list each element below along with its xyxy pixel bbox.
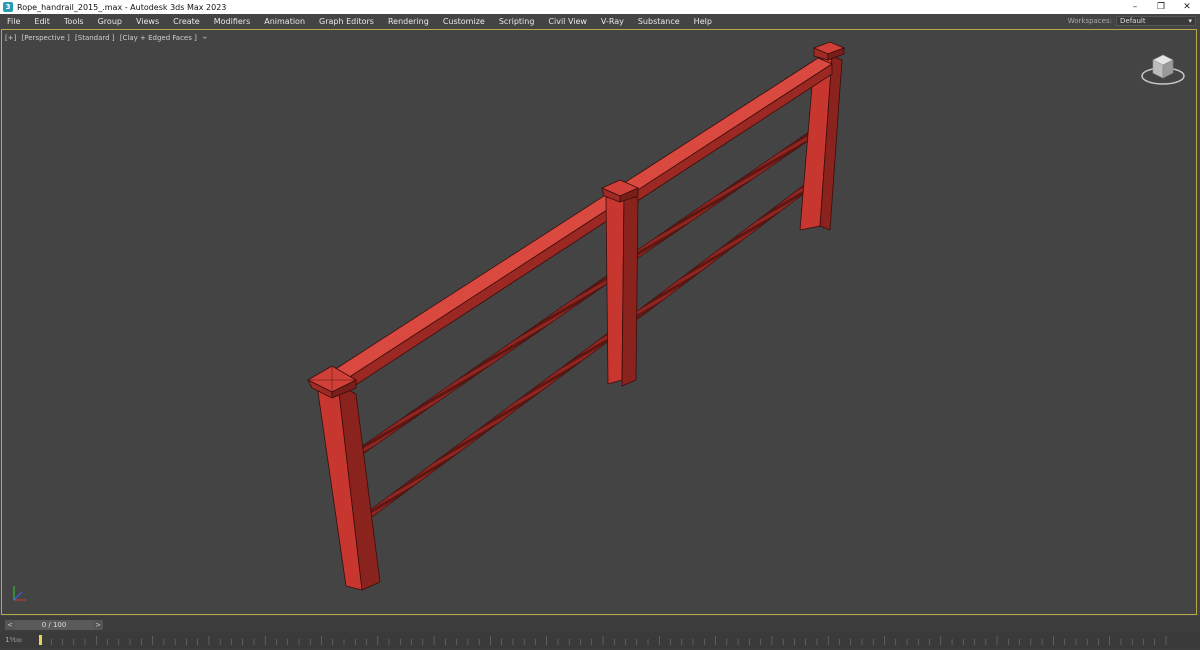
rope-lower-right[interactable] bbox=[635, 181, 811, 320]
menu-group[interactable]: Group bbox=[91, 17, 129, 26]
post-left[interactable] bbox=[307, 365, 381, 591]
workspaces-label: Workspaces: bbox=[1067, 17, 1112, 25]
menu-substance[interactable]: Substance bbox=[631, 17, 687, 26]
menu-graph-editors[interactable]: Graph Editors bbox=[312, 17, 381, 26]
chevron-down-icon: ▾ bbox=[1188, 17, 1192, 25]
maximize-button[interactable]: ❐ bbox=[1148, 0, 1174, 14]
frame-counter: 1⁰⁄₁₀₀ bbox=[5, 636, 22, 644]
timeline-panel: < 0 / 100 > 1⁰⁄₁₀₀ bbox=[0, 616, 1200, 650]
perspective-viewport[interactable]: [+] [Perspective ] [Standard ] [Clay + E… bbox=[1, 29, 1197, 615]
menu-scripting[interactable]: Scripting bbox=[492, 17, 542, 26]
prev-frame-button[interactable]: < bbox=[5, 620, 15, 630]
menu-civil-view[interactable]: Civil View bbox=[541, 17, 594, 26]
window-title: Rope_handrail_2015_.max - Autodesk 3ds M… bbox=[17, 2, 227, 12]
workspaces-value: Default bbox=[1120, 17, 1146, 25]
menu-modifiers[interactable]: Modifiers bbox=[207, 17, 258, 26]
viewcube-icon[interactable] bbox=[1140, 48, 1186, 88]
menu-help[interactable]: Help bbox=[687, 17, 719, 26]
scene-model[interactable] bbox=[2, 30, 1196, 614]
post-middle[interactable] bbox=[601, 179, 639, 387]
menu-vray[interactable]: V-Ray bbox=[594, 17, 631, 26]
workspaces-dropdown[interactable]: Default ▾ bbox=[1116, 16, 1196, 26]
rope-end-caps bbox=[609, 125, 821, 338]
menu-rendering[interactable]: Rendering bbox=[381, 17, 436, 26]
menu-tools[interactable]: Tools bbox=[57, 17, 91, 26]
menu-animation[interactable]: Animation bbox=[257, 17, 312, 26]
workspaces-control: Workspaces: Default ▾ bbox=[1068, 15, 1196, 27]
window-controls: – ❐ ✕ bbox=[1122, 0, 1200, 14]
title-bar: 3 Rope_handrail_2015_.max - Autodesk 3ds… bbox=[0, 0, 1200, 14]
menu-bar: File Edit Tools Group Views Create Modif… bbox=[0, 14, 1200, 28]
next-frame-button[interactable]: > bbox=[93, 620, 103, 630]
menu-file[interactable]: File bbox=[0, 17, 27, 26]
menu-create[interactable]: Create bbox=[166, 17, 207, 26]
axis-tripod-icon bbox=[13, 586, 26, 601]
menu-customize[interactable]: Customize bbox=[436, 17, 492, 26]
timeline-track[interactable]: 1⁰⁄₁₀₀ bbox=[0, 632, 1200, 648]
timeline-ticks[interactable] bbox=[38, 634, 1168, 646]
menu-edit[interactable]: Edit bbox=[27, 17, 57, 26]
app-icon: 3 bbox=[3, 2, 13, 12]
menu-views[interactable]: Views bbox=[129, 17, 166, 26]
close-button[interactable]: ✕ bbox=[1174, 0, 1200, 14]
time-slider[interactable]: < 0 / 100 > bbox=[5, 620, 103, 630]
time-slider-thumb[interactable]: 0 / 100 bbox=[15, 620, 93, 630]
rope-upper-right[interactable] bbox=[635, 126, 819, 259]
minimize-button[interactable]: – bbox=[1122, 0, 1148, 14]
current-frame-marker[interactable] bbox=[39, 635, 42, 645]
